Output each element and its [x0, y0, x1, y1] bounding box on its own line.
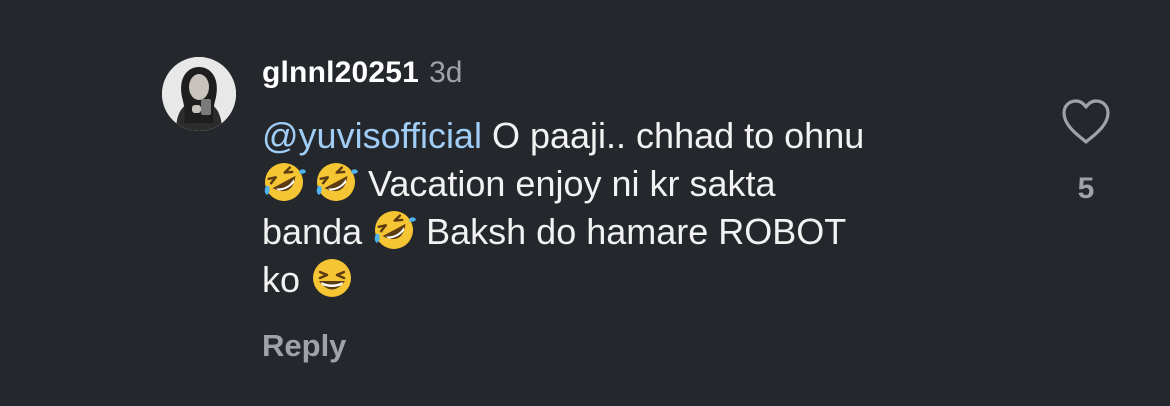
heart-outline-icon [1062, 99, 1110, 144]
comment-text-part: O paaji.. chhad to ohnu [481, 115, 865, 156]
rolling-on-floor-laughing-emoji-icon [372, 208, 417, 252]
comment-text-part: ko [262, 259, 311, 300]
comment-text-part: banda [262, 211, 373, 252]
comment-header: glnnl20251 3d [262, 56, 462, 100]
comment: glnnl20251 3d @yuvisofficial O paaji.. c… [0, 0, 1170, 406]
username[interactable]: glnnl20251 [262, 56, 419, 90]
mention-link[interactable]: @yuvisofficial [262, 115, 482, 156]
reply-button[interactable]: Reply [262, 328, 346, 364]
avatar-image [162, 57, 236, 131]
grinning-squinting-face-emoji-icon [310, 256, 354, 300]
like-button[interactable] [1060, 98, 1112, 146]
comment-text-part: Baksh do hamare ROBOT [416, 211, 847, 252]
timestamp: 3d [429, 56, 463, 89]
rolling-on-floor-laughing-emoji-icon [314, 160, 358, 204]
rolling-on-floor-laughing-emoji-icon [262, 160, 306, 204]
avatar[interactable] [162, 57, 236, 131]
like-count: 5 [1077, 172, 1095, 205]
comment-text: @yuvisofficial O paaji.. chhad to ohnu V… [262, 112, 1022, 304]
comment-text-part: Vacation enjoy ni kr sakta [358, 163, 776, 204]
